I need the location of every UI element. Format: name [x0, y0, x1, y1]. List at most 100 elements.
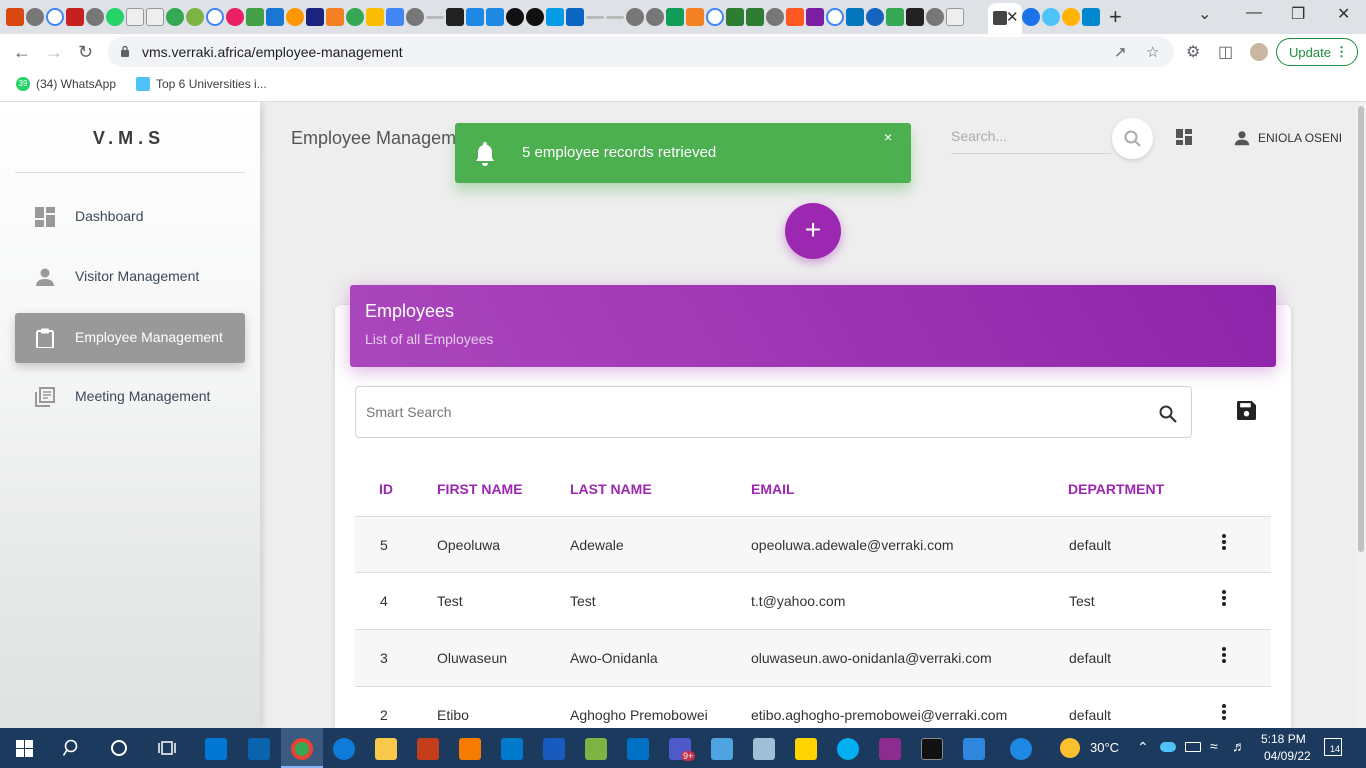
notepadpp-icon[interactable] [585, 738, 607, 760]
tab-favicon[interactable] [46, 8, 64, 26]
tab-favicon[interactable] [526, 8, 544, 26]
tab-favicon[interactable] [366, 8, 384, 26]
tab-favicon[interactable] [626, 8, 644, 26]
search-button[interactable] [1112, 118, 1153, 159]
table-row[interactable]: 3 Oluwaseun Awo-Onidanla oluwaseun.awo-o… [355, 630, 1271, 687]
tab-favicon[interactable] [686, 8, 704, 26]
scrollbar-thumb[interactable] [1358, 106, 1364, 552]
close-window-button[interactable]: ✕ [1337, 4, 1350, 24]
tab-favicon[interactable] [126, 8, 144, 26]
tab-favicon[interactable] [1062, 8, 1080, 26]
tab-favicon[interactable] [666, 8, 684, 26]
tab-favicon[interactable] [386, 8, 404, 26]
photos-icon[interactable] [711, 738, 733, 760]
tab-favicon[interactable] [846, 8, 864, 26]
tab-favicon[interactable] [106, 8, 124, 26]
edge-icon[interactable] [333, 738, 355, 760]
tab-favicon[interactable] [486, 8, 504, 26]
tab-favicon[interactable] [446, 8, 464, 26]
user-menu[interactable]: ENIOLA OSENI [1234, 130, 1342, 146]
new-tab-button[interactable]: + [1109, 4, 1122, 30]
column-header-email[interactable]: EMAIL [751, 481, 795, 497]
reload-icon[interactable]: ↻ [78, 42, 93, 63]
outlook-icon[interactable] [627, 738, 649, 760]
tab-favicon[interactable] [766, 8, 784, 26]
tab-favicon[interactable] [1042, 8, 1060, 26]
tab-favicon[interactable] [866, 8, 884, 26]
winrar-icon[interactable] [879, 738, 901, 760]
close-notification-icon[interactable]: × [884, 129, 892, 145]
sidebar-item-visitor-management[interactable]: Visitor Management [15, 252, 245, 302]
powerpoint-icon[interactable] [417, 738, 439, 760]
wifi-icon[interactable]: ≈ [1210, 738, 1218, 754]
lock-icon[interactable] [120, 45, 130, 57]
bookmark-universities[interactable]: Top 6 Universities i... [136, 77, 267, 91]
word-icon[interactable] [543, 738, 565, 760]
tab-favicon[interactable] [306, 8, 324, 26]
search-icon[interactable] [63, 739, 81, 757]
row-menu-icon[interactable] [1221, 646, 1227, 664]
tab-favicon[interactable] [706, 8, 724, 26]
tab-favicon[interactable] [286, 8, 304, 26]
windows-start-icon[interactable] [16, 740, 33, 757]
volume-icon[interactable]: ♬ [1232, 738, 1246, 754]
column-header-first-name[interactable]: FIRST NAME [437, 481, 523, 497]
column-header-department[interactable]: DEPARTMENT [1068, 481, 1164, 497]
table-row[interactable]: 4 Test Test t.t@yahoo.com Test [355, 573, 1271, 630]
tab-favicon[interactable] [66, 8, 84, 26]
battery-icon[interactable] [1185, 742, 1201, 752]
address-bar[interactable]: vms.verraki.africa/employee-management ↗… [108, 37, 1174, 67]
tab-favicon[interactable] [586, 16, 604, 19]
terminal-icon[interactable] [921, 738, 943, 760]
tab-favicon[interactable] [146, 8, 164, 26]
profile-avatar[interactable] [1250, 43, 1268, 61]
tab-favicon[interactable] [566, 8, 584, 26]
notification-center-icon[interactable]: 14 [1324, 738, 1342, 756]
tab-favicon[interactable] [326, 8, 344, 26]
sidebar-item-meeting-management[interactable]: Meeting Management [15, 372, 245, 422]
tab-favicon[interactable] [606, 16, 624, 19]
clock-date[interactable]: 04/09/22 [1264, 749, 1311, 763]
smart-search-input[interactable]: Smart Search [355, 386, 1192, 438]
search-icon[interactable] [1159, 405, 1177, 423]
network-app-icon[interactable] [963, 738, 985, 760]
weather-icon[interactable] [1060, 738, 1080, 758]
app-logo[interactable]: V.M.S [0, 128, 258, 149]
side-panel-icon[interactable]: ◫ [1218, 42, 1233, 62]
tab-favicon[interactable] [26, 8, 44, 26]
row-menu-icon[interactable] [1221, 589, 1227, 607]
tab-favicon[interactable] [946, 8, 964, 26]
tab-favicon[interactable] [746, 8, 764, 26]
back-icon[interactable]: ← [13, 42, 31, 63]
tab-favicon[interactable] [886, 8, 904, 26]
close-tab-icon[interactable]: ✕ [1006, 8, 1019, 26]
extensions-icon[interactable]: ⚙ [1186, 42, 1200, 62]
help-icon[interactable] [1010, 738, 1032, 760]
tab-favicon[interactable] [546, 8, 564, 26]
tab-favicon[interactable] [786, 8, 804, 26]
tab-favicon[interactable] [226, 8, 244, 26]
forward-icon[interactable]: → [45, 42, 63, 63]
app-icon[interactable] [753, 738, 775, 760]
row-menu-icon[interactable] [1221, 533, 1227, 551]
tab-favicon[interactable] [806, 8, 824, 26]
tab-favicon[interactable] [646, 8, 664, 26]
tab-favicon[interactable] [346, 8, 364, 26]
temperature[interactable]: 30°C [1090, 740, 1119, 755]
sidebar-item-dashboard[interactable]: Dashboard [15, 192, 245, 242]
save-icon[interactable] [1237, 401, 1256, 420]
search-input[interactable]: Search... [951, 126, 1111, 154]
url-text[interactable]: vms.verraki.africa/employee-management [142, 44, 403, 60]
chrome-taskbar-button[interactable] [281, 728, 323, 768]
tab-favicon[interactable] [246, 8, 264, 26]
file-explorer-icon[interactable] [375, 738, 397, 760]
column-header-id[interactable]: ID [379, 481, 393, 497]
tab-favicon[interactable] [726, 8, 744, 26]
vscode-icon[interactable] [501, 738, 523, 760]
chevron-up-icon[interactable]: ⌃ [1137, 739, 1149, 756]
column-header-last-name[interactable]: LAST NAME [570, 481, 652, 497]
tab-favicon[interactable] [506, 8, 524, 26]
scrollbar[interactable] [1356, 102, 1366, 728]
tab-favicon[interactable] [186, 8, 204, 26]
task-view-icon[interactable] [158, 739, 176, 757]
